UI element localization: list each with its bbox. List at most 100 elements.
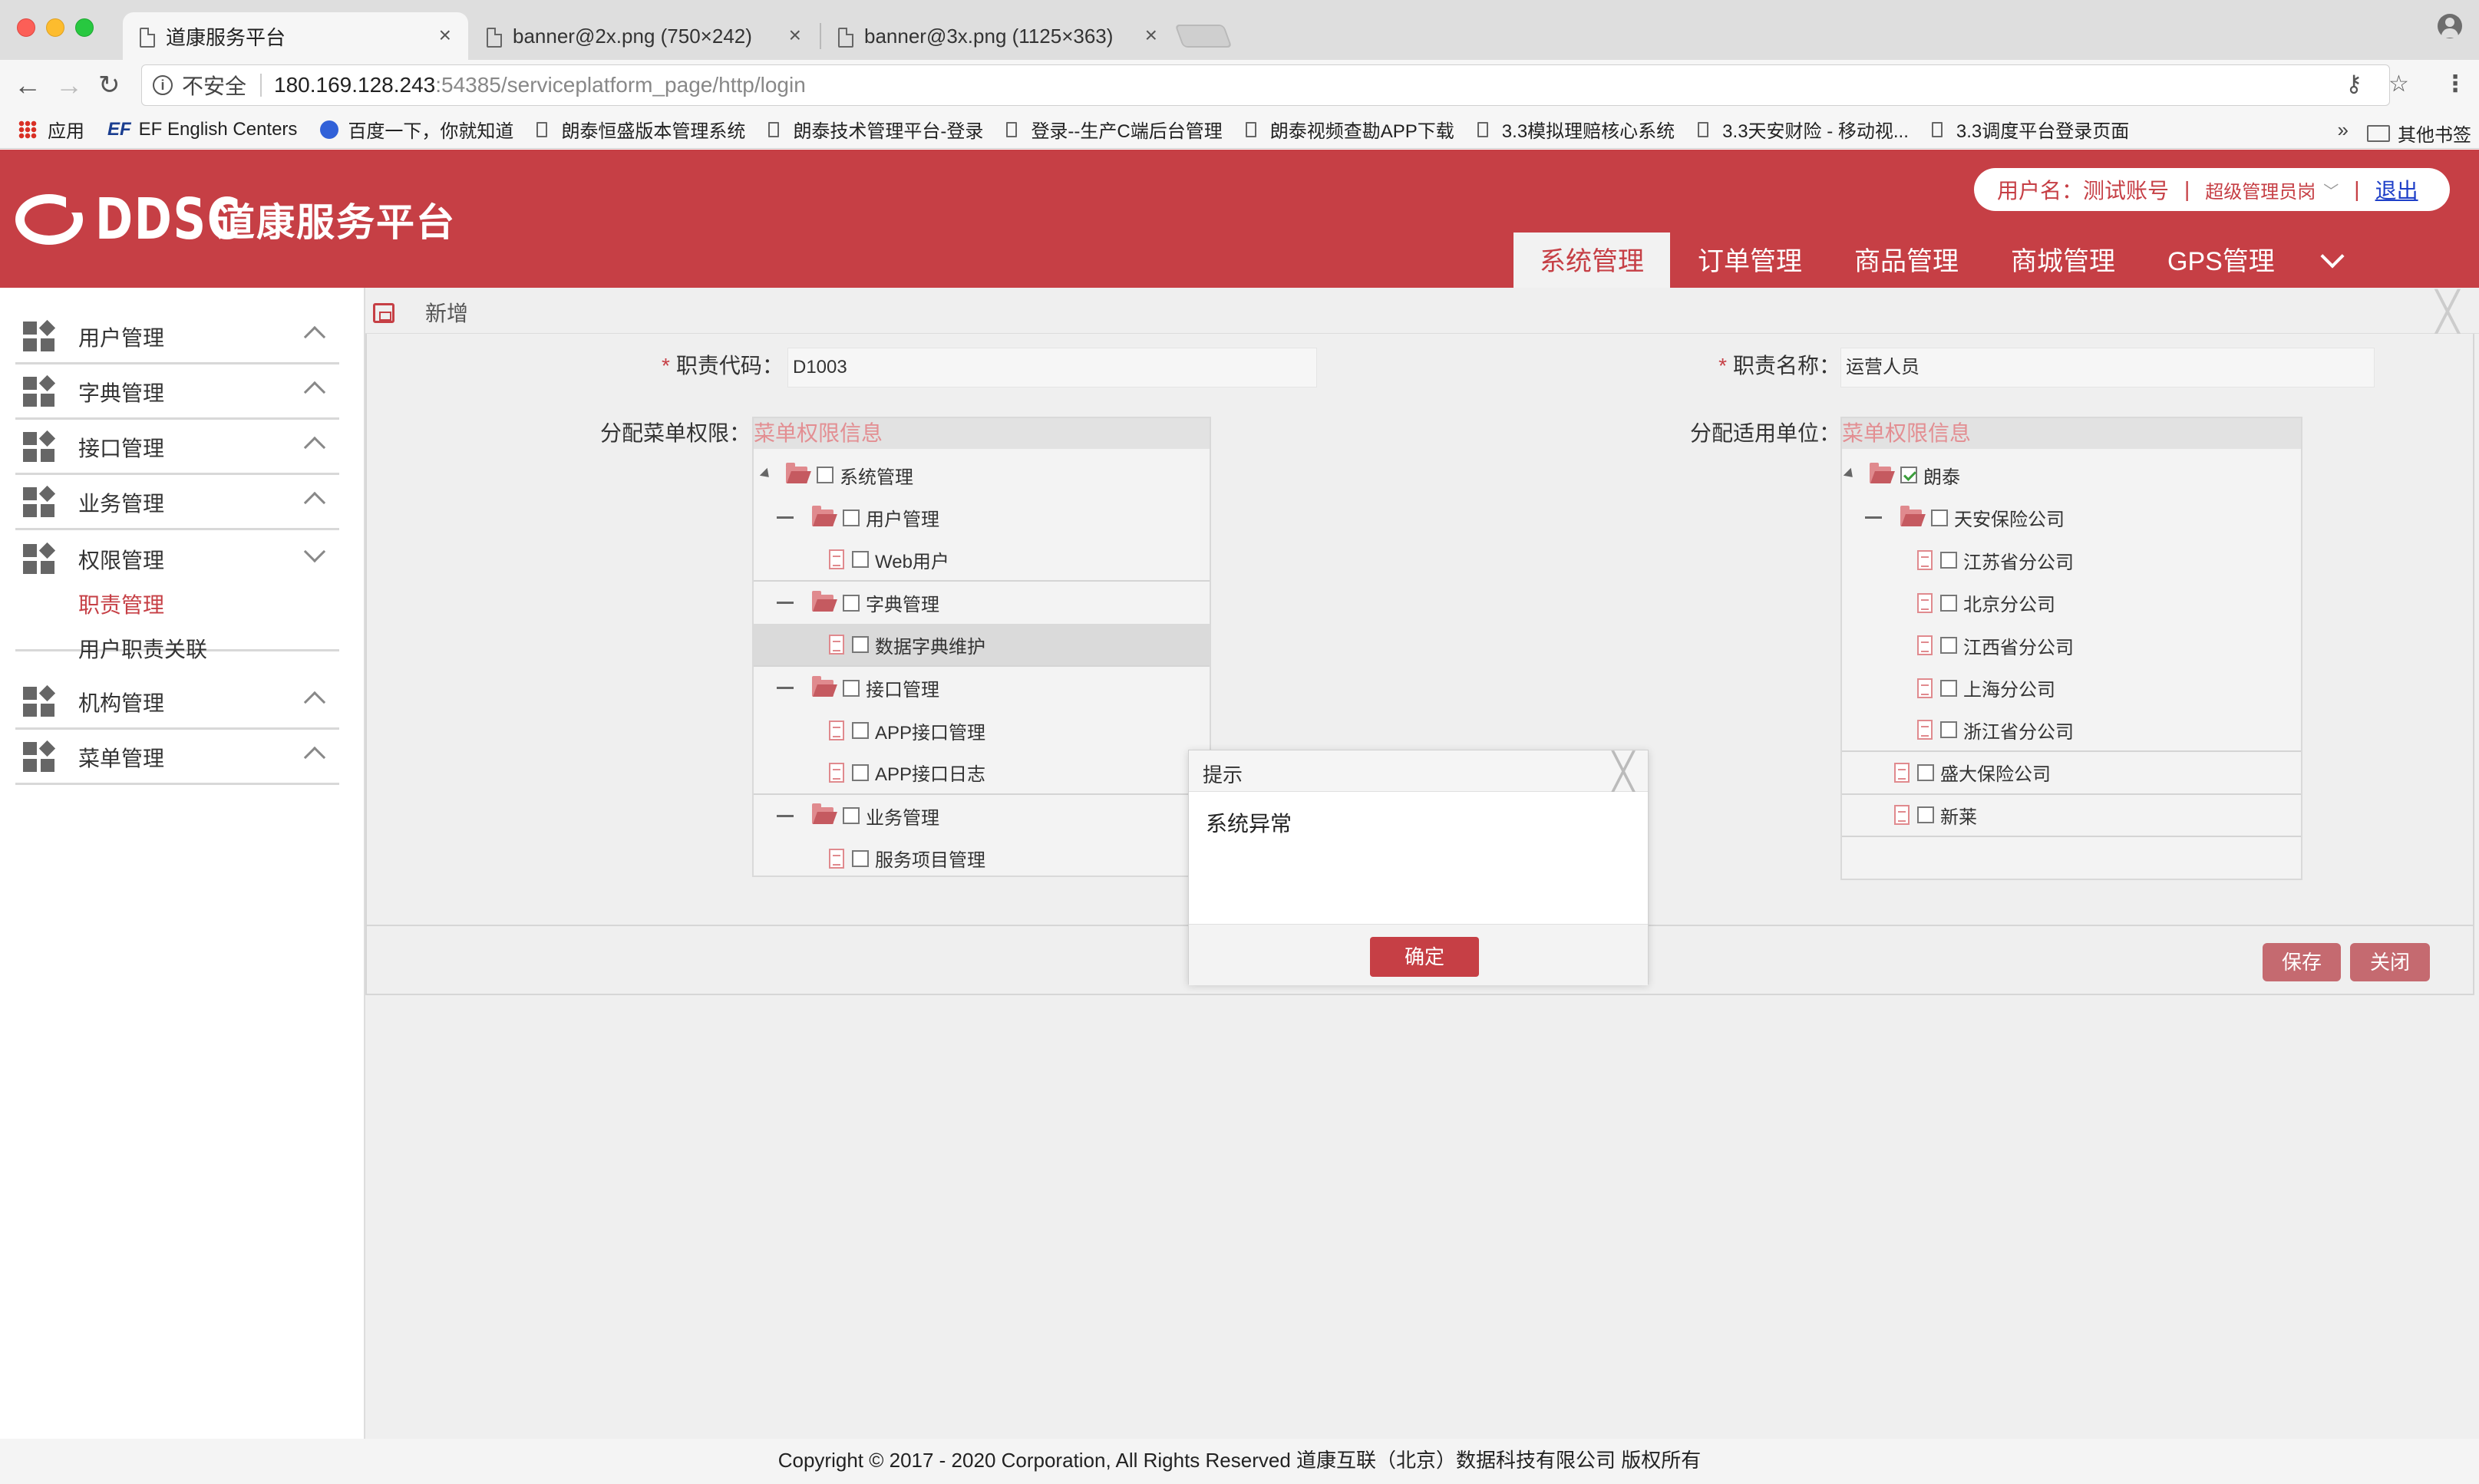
window-zoom-button[interactable] xyxy=(75,18,94,37)
browser-tab-active[interactable]: 道康服务平台 × xyxy=(123,12,468,60)
duty-name-input[interactable]: 运营人员 xyxy=(1840,348,2375,387)
other-bookmarks[interactable]: 其他书签 xyxy=(2367,120,2471,147)
save-button[interactable]: 保存 xyxy=(2263,943,2341,981)
tree-node[interactable]: 江西省分公司 xyxy=(1842,624,2301,667)
tree-node[interactable]: 系统管理 xyxy=(754,453,1210,496)
tab-close-icon[interactable]: × xyxy=(789,23,801,48)
nav-product-management[interactable]: 商品管理 xyxy=(1828,232,1985,288)
role-dropdown[interactable]: 超级管理员岗 xyxy=(2205,176,2316,203)
duty-code-input[interactable]: D1003 xyxy=(787,348,1317,387)
tree-checkbox[interactable] xyxy=(817,467,833,483)
sidebar-item-menu-management[interactable]: 菜单管理 xyxy=(15,731,339,785)
bookmark-apps[interactable]: 应用 xyxy=(18,116,84,143)
tree-checkbox[interactable] xyxy=(1940,594,1957,612)
forward-arrow-icon[interactable]: → xyxy=(55,68,83,103)
chevron-down-icon[interactable] xyxy=(303,540,326,563)
chevron-down-icon[interactable]: ﹀ xyxy=(2323,179,2339,201)
tree-node[interactable]: 接口管理 xyxy=(754,667,1210,710)
dialog-ok-button[interactable]: 确定 xyxy=(1370,937,1479,977)
tree-checkbox[interactable] xyxy=(852,763,869,781)
expand-triangle-icon[interactable] xyxy=(1843,467,1858,483)
bookmark-ef[interactable]: EF EF English Centers xyxy=(107,119,297,140)
sidebar-item-dictionary-management[interactable]: 字典管理 xyxy=(15,366,339,420)
bookmark-item[interactable]: 朗泰视频查勘APP下载 xyxy=(1245,116,1454,143)
tree-node[interactable]: Web用户 xyxy=(754,539,1210,582)
window-close-button[interactable] xyxy=(17,18,35,37)
tab-close-icon[interactable]: × xyxy=(1145,23,1157,48)
tree-checkbox[interactable] xyxy=(1940,637,1957,654)
tree-node[interactable]: 字典管理 xyxy=(754,582,1210,625)
chevron-up-icon[interactable] xyxy=(303,381,326,404)
tree-checkbox[interactable] xyxy=(1917,763,1934,781)
tree-checkbox[interactable] xyxy=(852,849,869,867)
sidebar-item-interface-management[interactable]: 接口管理 xyxy=(15,421,339,475)
sidebar-item-business-management[interactable]: 业务管理 xyxy=(15,477,339,530)
bookmark-item[interactable]: 3.3天安财险 - 移动视... xyxy=(1698,116,1909,143)
chevron-up-icon[interactable] xyxy=(303,436,326,459)
tree-checkbox[interactable] xyxy=(1940,679,1957,697)
bookmarks-overflow-icon[interactable]: » xyxy=(2338,118,2349,142)
tree-node[interactable]: 天安保险公司 xyxy=(1842,496,2301,539)
tree-checkbox[interactable] xyxy=(843,679,860,697)
tab-close-icon[interactable]: × xyxy=(439,23,451,48)
bookmark-baidu[interactable]: 百度一下，你就知道 xyxy=(320,116,513,143)
chevron-up-icon[interactable] xyxy=(303,746,326,769)
bookmark-item[interactable]: 登录--生产C端后台管理 xyxy=(1006,116,1223,143)
bookmark-item[interactable]: 朗泰恒盛版本管理系统 xyxy=(536,116,745,143)
tree-checkbox[interactable] xyxy=(852,722,869,739)
reload-icon[interactable]: ↻ xyxy=(98,68,120,103)
tree-node[interactable]: 业务管理 xyxy=(754,794,1210,837)
tree-node[interactable]: 服务项目管理 xyxy=(754,837,1210,876)
nav-mall-management[interactable]: 商城管理 xyxy=(1985,232,2141,288)
tree-node[interactable]: 朗泰 xyxy=(1842,453,2301,496)
tree-node[interactable]: 用户管理 xyxy=(754,496,1210,539)
tree-checkbox[interactable] xyxy=(843,807,860,824)
expand-triangle-icon[interactable] xyxy=(759,467,774,483)
star-bookmark-icon[interactable]: ☆ xyxy=(2388,71,2409,97)
tree-checkbox[interactable] xyxy=(843,509,860,526)
nav-gps-management[interactable]: GPS管理 xyxy=(2141,232,2301,288)
sidebar-item-org-management[interactable]: 机构管理 xyxy=(15,676,339,730)
sidebar-subitem-duty-management[interactable]: 职责管理 xyxy=(78,589,164,619)
chevron-up-icon[interactable] xyxy=(303,325,326,348)
window-minimize-button[interactable] xyxy=(46,18,64,37)
chevron-up-icon[interactable] xyxy=(303,491,326,514)
new-tab-button[interactable] xyxy=(1174,25,1233,48)
tree-node[interactable]: 数据字典维护 xyxy=(754,624,1210,667)
back-arrow-icon[interactable]: ← xyxy=(14,68,41,103)
nav-order-management[interactable]: 订单管理 xyxy=(1672,232,1828,288)
chevron-up-icon[interactable] xyxy=(303,691,326,714)
dialog-close-icon[interactable]: ╳ xyxy=(1613,752,1634,790)
tree-node[interactable]: 新莱 xyxy=(1842,794,2301,837)
tree-node[interactable]: APP接口管理 xyxy=(754,709,1210,752)
tree-checkbox[interactable] xyxy=(852,551,869,568)
tree-node[interactable]: 江苏省分公司 xyxy=(1842,539,2301,582)
nav-more-chevron-icon[interactable] xyxy=(2301,232,2362,288)
profile-icon[interactable] xyxy=(2438,14,2462,38)
close-button[interactable]: 关闭 xyxy=(2350,943,2430,981)
bookmark-item[interactable]: 3.3调度平台登录页面 xyxy=(1931,116,2129,143)
sidebar-subitem-user-duty-link[interactable]: 用户职责关联 xyxy=(78,633,207,664)
security-label[interactable]: 不安全 xyxy=(182,70,246,101)
nav-system-management[interactable]: 系统管理 xyxy=(1513,232,1670,288)
tree-checkbox[interactable] xyxy=(1940,721,1957,738)
tree-checkbox[interactable] xyxy=(1940,552,1957,569)
tree-checkbox[interactable] xyxy=(1900,467,1917,483)
bookmark-item[interactable]: 3.3模拟理赔核心系统 xyxy=(1477,116,1675,143)
tree-node[interactable]: 浙江省分公司 xyxy=(1842,709,2301,752)
logout-link[interactable]: 退出 xyxy=(2375,174,2418,205)
browser-tab[interactable]: banner@2x.png (750×242) × xyxy=(470,12,818,60)
sidebar-item-user-management[interactable]: 用户管理 xyxy=(15,311,339,364)
tree-checkbox[interactable] xyxy=(843,594,860,612)
tree-node[interactable]: 盛大保险公司 xyxy=(1842,752,2301,795)
tree-node[interactable]: APP接口日志 xyxy=(754,752,1210,795)
tree-checkbox[interactable] xyxy=(852,636,869,653)
tree-node[interactable]: 上海分公司 xyxy=(1842,667,2301,710)
bookmark-item[interactable]: 朗泰技术管理平台-登录 xyxy=(768,116,983,143)
address-bar[interactable]: i 不安全 180.169.128.243 :54385/serviceplat… xyxy=(141,64,2390,106)
tree-checkbox[interactable] xyxy=(1931,509,1948,526)
menu-kebab-icon[interactable]: ⋮ xyxy=(2444,71,2467,97)
tree-node[interactable]: 北京分公司 xyxy=(1842,582,2301,625)
panel-close-icon[interactable]: ╳ xyxy=(2436,292,2459,331)
info-icon[interactable]: i xyxy=(153,75,173,95)
